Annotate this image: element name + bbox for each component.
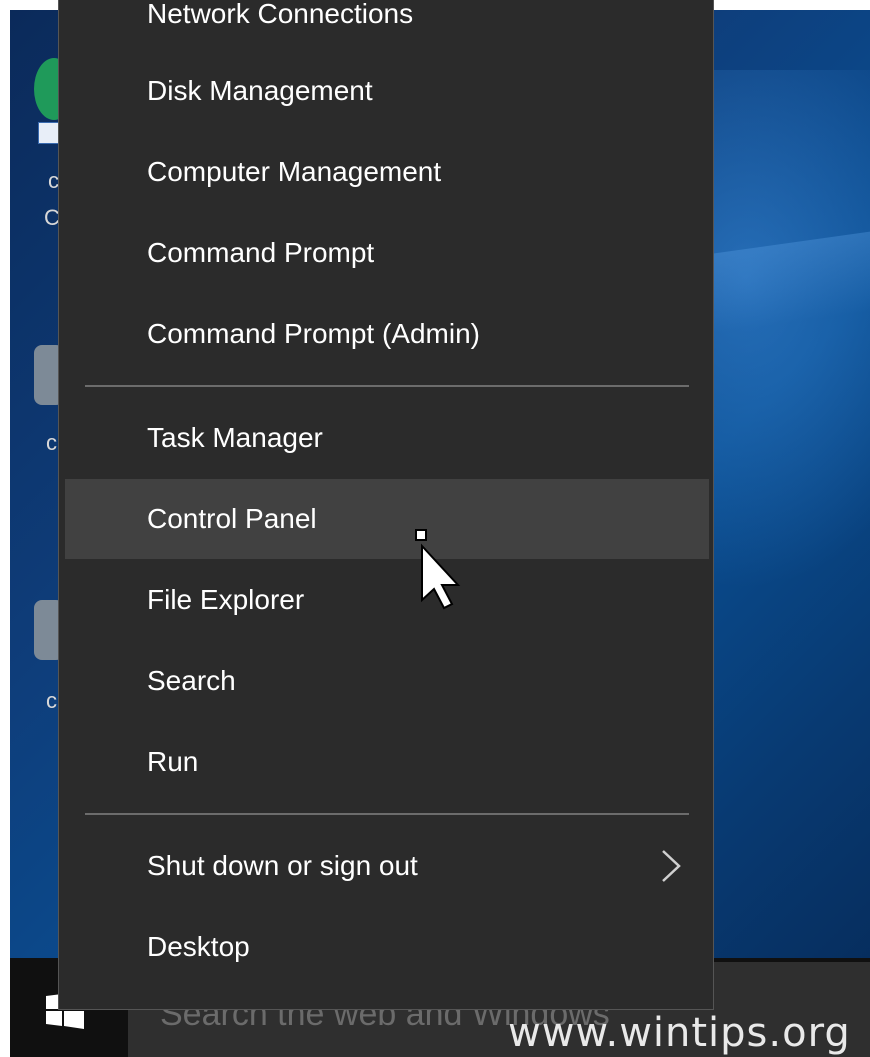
menu-item-desktop[interactable]: Desktop bbox=[65, 907, 709, 987]
mouse-pointer-icon bbox=[415, 529, 461, 610]
chevron-right-icon bbox=[662, 850, 681, 882]
menu-item-label: Shut down or sign out bbox=[147, 850, 418, 881]
watermark: www.wintips.org bbox=[508, 1010, 851, 1056]
menu-item-file-explorer[interactable]: File Explorer bbox=[65, 560, 709, 640]
menu-separator bbox=[85, 385, 689, 387]
desktop-icon-label-fragment: c bbox=[46, 688, 57, 713]
menu-item-label: Disk Management bbox=[147, 75, 373, 106]
menu-item-run[interactable]: Run bbox=[65, 722, 709, 802]
menu-item-label: Run bbox=[147, 746, 199, 777]
menu-item-label: Command Prompt bbox=[147, 237, 375, 268]
menu-item-network-connections[interactable]: Network Connections bbox=[65, 0, 709, 54]
menu-item-label: Search bbox=[147, 665, 236, 696]
menu-item-command-prompt[interactable]: Command Prompt bbox=[65, 213, 709, 293]
menu-item-control-panel[interactable]: Control Panel bbox=[65, 479, 709, 559]
menu-item-label: Control Panel bbox=[147, 503, 317, 534]
menu-item-search[interactable]: Search bbox=[65, 641, 709, 721]
shortcut-arrow-icon bbox=[38, 122, 60, 144]
menu-item-task-manager[interactable]: Task Manager bbox=[65, 398, 709, 478]
menu-separator bbox=[85, 813, 689, 815]
winx-context-menu: Network Connections Disk Management Comp… bbox=[58, 0, 714, 1010]
menu-item-computer-management[interactable]: Computer Management bbox=[65, 132, 709, 212]
menu-item-command-prompt-admin[interactable]: Command Prompt (Admin) bbox=[65, 294, 709, 374]
menu-item-label: File Explorer bbox=[147, 584, 305, 615]
menu-item-shut-down-or-sign-out[interactable]: Shut down or sign out bbox=[65, 826, 709, 906]
menu-item-label: Computer Management bbox=[147, 156, 442, 187]
menu-item-label: Command Prompt (Admin) bbox=[147, 318, 480, 349]
menu-item-label: Desktop bbox=[147, 931, 250, 962]
desktop-icon-label-fragment: c bbox=[46, 430, 57, 455]
menu-item-label: Task Manager bbox=[147, 422, 323, 453]
menu-item-label: Network Connections bbox=[147, 0, 414, 29]
menu-item-disk-management[interactable]: Disk Management bbox=[65, 51, 709, 131]
